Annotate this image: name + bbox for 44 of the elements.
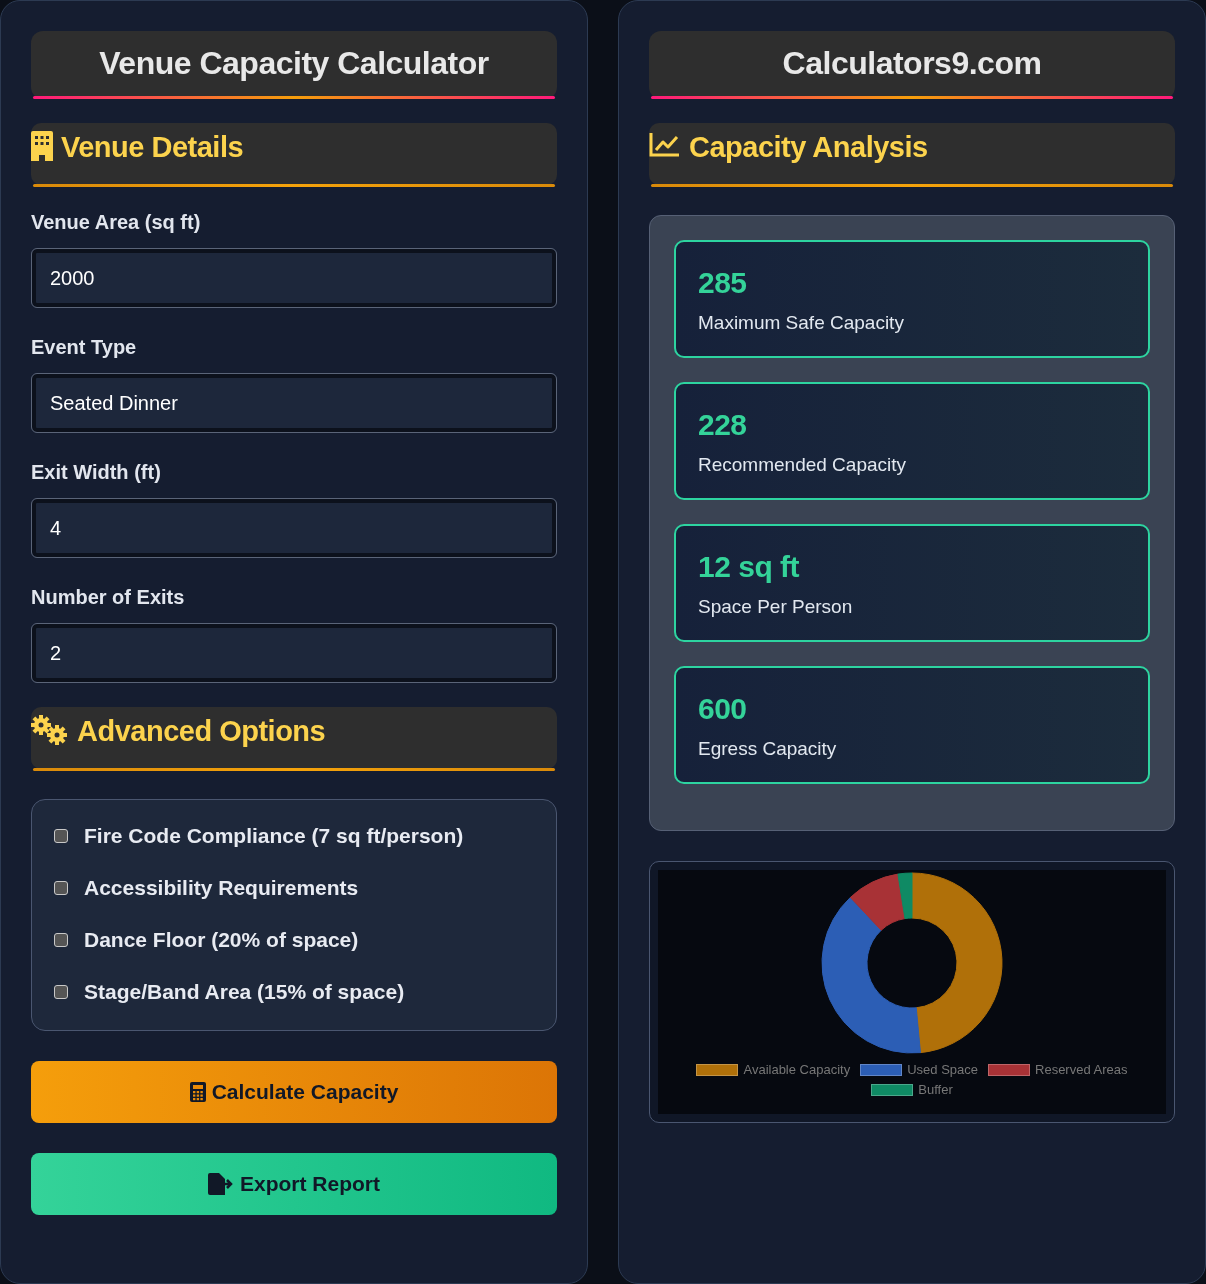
result-label: Space Per Person xyxy=(698,596,854,618)
panel-title: Calculators9.com xyxy=(649,31,1175,99)
checkbox[interactable] xyxy=(54,829,68,843)
checkbox[interactable] xyxy=(54,933,68,947)
legend-swatch[interactable] xyxy=(860,1063,903,1076)
section-header: Capacity Analysis xyxy=(649,123,1175,185)
field-label: Venue Area (sq ft) xyxy=(31,211,202,234)
section-header: Advanced Options xyxy=(31,707,557,769)
legend-swatch[interactable] xyxy=(871,1083,914,1096)
file-export-icon xyxy=(208,1173,234,1195)
legend-swatch[interactable] xyxy=(988,1063,1030,1076)
legend-swatch[interactable] xyxy=(696,1063,739,1076)
section-header: Venue Details xyxy=(31,123,557,185)
legend-label: Available Capacity xyxy=(743,1062,851,1077)
input-field[interactable]: 2 xyxy=(31,623,557,683)
calculate-button[interactable]: Calculate Capacity xyxy=(31,1061,557,1123)
result-value: 12 sq ft xyxy=(698,550,801,584)
result-label: Maximum Safe Capacity xyxy=(698,312,905,334)
panel-title: Venue Capacity Calculator xyxy=(31,31,557,99)
input-field[interactable]: 2000 xyxy=(31,248,557,308)
export-button[interactable]: Export Report xyxy=(31,1153,557,1215)
checkbox[interactable] xyxy=(54,881,68,895)
option-label: Stage/Band Area (15% of space) xyxy=(84,980,405,1004)
gears-icon xyxy=(31,715,69,745)
option-label: Dance Floor (20% of space) xyxy=(84,928,359,952)
option-label: Fire Code Compliance (7 sq ft/person) xyxy=(84,824,464,848)
legend-label: Buffer xyxy=(918,1082,953,1097)
option-label: Accessibility Requirements xyxy=(84,876,359,900)
result-label: Egress Capacity xyxy=(698,738,838,760)
result-value: 228 xyxy=(698,408,748,442)
result-value: 285 xyxy=(698,266,748,300)
checkbox[interactable] xyxy=(54,985,68,999)
result-value: 600 xyxy=(698,692,748,726)
result-label: Recommended Capacity xyxy=(698,454,908,476)
field-label: Event Type xyxy=(31,336,138,359)
legend-label: Used Space xyxy=(907,1062,978,1077)
calculator-icon xyxy=(189,1082,206,1102)
building-icon xyxy=(31,131,53,161)
legend-label: Reserved Areas xyxy=(1035,1062,1128,1077)
field-label: Number of Exits xyxy=(31,586,186,609)
input-field[interactable]: 4 xyxy=(31,498,557,558)
input-field[interactable]: Seated Dinner xyxy=(31,373,557,433)
line-chart-icon xyxy=(649,131,681,159)
field-label: Exit Width (ft) xyxy=(31,461,162,484)
